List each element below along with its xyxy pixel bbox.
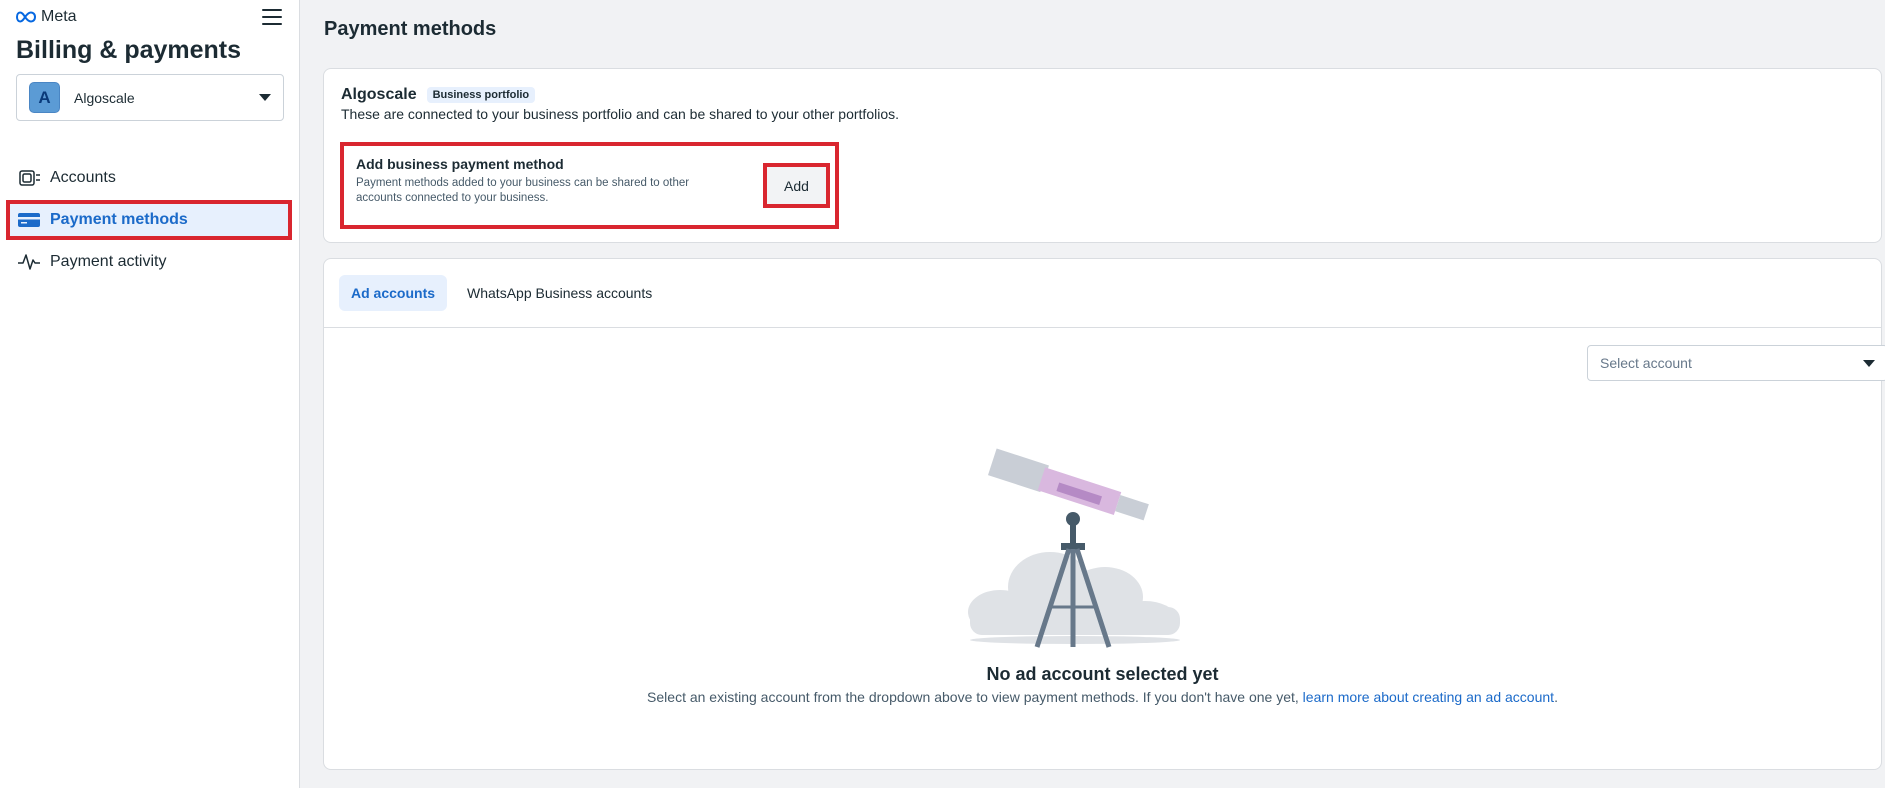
credit-card-icon bbox=[16, 209, 42, 231]
business-header: Algoscale Business portfolio bbox=[341, 86, 536, 104]
activity-pulse-icon bbox=[16, 251, 42, 273]
chevron-down-icon bbox=[1863, 359, 1875, 367]
tab-whatsapp-business-accounts[interactable]: WhatsApp Business accounts bbox=[455, 275, 664, 311]
meta-logo[interactable]: Meta bbox=[15, 8, 77, 26]
empty-state-text: Select an existing account from the drop… bbox=[647, 689, 1303, 705]
page-title: Payment methods bbox=[324, 18, 497, 40]
portfolio-name: Algoscale bbox=[74, 89, 135, 106]
add-business-payment-method: Add business payment method Payment meth… bbox=[340, 142, 839, 229]
meta-infinity-icon bbox=[15, 11, 37, 23]
select-account-dropdown[interactable]: Select account bbox=[1587, 345, 1885, 381]
sidebar-item-payment-activity[interactable]: Payment activity bbox=[6, 242, 292, 282]
business-portfolio-badge: Business portfolio bbox=[426, 87, 536, 103]
business-name: Algoscale bbox=[341, 86, 417, 103]
empty-state-title: No ad account selected yet bbox=[986, 664, 1219, 684]
empty-state-period: . bbox=[1554, 689, 1558, 705]
learn-more-link[interactable]: learn more about creating an ad account bbox=[1303, 689, 1554, 705]
menu-icon[interactable] bbox=[262, 9, 282, 27]
sidebar-item-label: Accounts bbox=[50, 169, 116, 186]
sidebar-item-label: Payment methods bbox=[50, 211, 188, 228]
sidebar-item-accounts[interactable]: Accounts bbox=[6, 158, 292, 198]
select-account-placeholder: Select account bbox=[1600, 355, 1692, 371]
sidebar-item-label: Payment activity bbox=[50, 253, 167, 270]
account-tabs: Ad accounts WhatsApp Business accounts bbox=[339, 275, 664, 311]
accounts-icon bbox=[16, 167, 42, 189]
accounts-card: Ad accounts WhatsApp Business accounts S… bbox=[323, 258, 1885, 770]
chevron-down-icon bbox=[259, 94, 271, 101]
add-payment-title: Add business payment method bbox=[356, 156, 564, 172]
sidebar-nav: Accounts Payment methods Payment activit… bbox=[6, 158, 292, 284]
main-content: Payment methods Algoscale Business portf… bbox=[301, 0, 1885, 788]
add-payment-description: Payment methods added to your business c… bbox=[356, 177, 690, 204]
portfolio-avatar: A bbox=[29, 82, 60, 113]
portfolio-dropdown[interactable]: A Algoscale bbox=[16, 74, 284, 121]
tab-ad-accounts[interactable]: Ad accounts bbox=[339, 275, 448, 311]
sidebar-item-payment-methods[interactable]: Payment methods bbox=[6, 200, 292, 240]
telescope-illustration bbox=[968, 448, 1180, 648]
business-description: These are connected to your business por… bbox=[341, 106, 900, 122]
divider bbox=[324, 327, 1881, 328]
brand-name: Meta bbox=[41, 8, 77, 25]
empty-state-description: Select an existing account from the drop… bbox=[324, 689, 1881, 705]
sidebar: Meta Billing & payments A Algoscale Acco… bbox=[0, 0, 300, 788]
business-payment-card: Algoscale Business portfolio These are c… bbox=[323, 68, 1882, 243]
add-payment-method-button[interactable]: Add bbox=[763, 163, 830, 208]
app-title: Billing & payments bbox=[16, 36, 242, 64]
